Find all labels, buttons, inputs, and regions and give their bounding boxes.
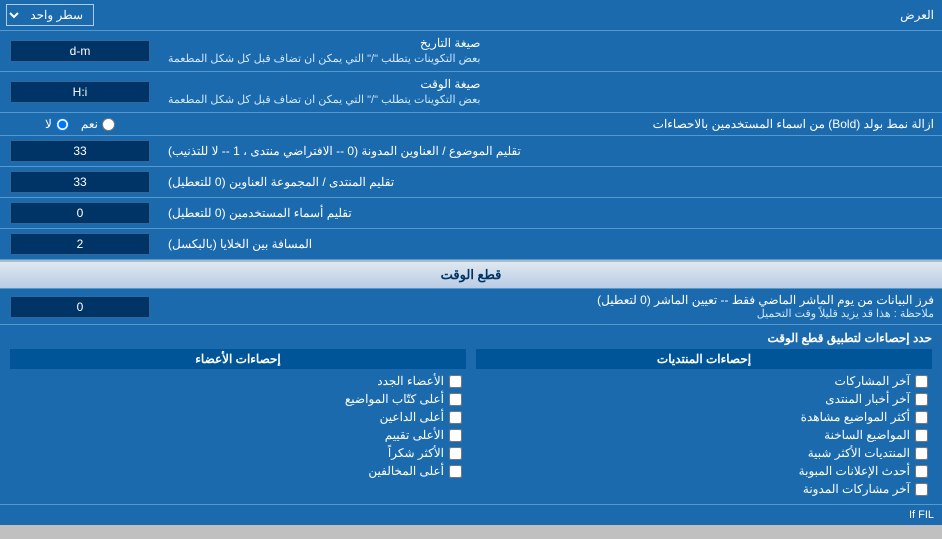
usernames-control [0, 198, 160, 228]
label-top-rated: الأعلى تقييم [385, 428, 444, 442]
list-item: أعلى المخالفين [10, 462, 466, 480]
list-item: آخر مشاركات المدونة [476, 480, 932, 498]
cutoff-input[interactable] [10, 296, 150, 318]
list-item: أكثر المواضيع مشاهدة [476, 408, 932, 426]
forum-titles-control [0, 167, 160, 197]
forum-titles-row: تقليم المنتدى / المجموعة العناوين (0 للت… [0, 167, 942, 198]
cell-spacing-row: المسافة بين الخلايا (بالبكسل) [0, 229, 942, 260]
cell-spacing-label: المسافة بين الخلايا (بالبكسل) [160, 229, 942, 259]
member-stats-header: إحصاءات الأعضاء [10, 349, 466, 369]
usernames-label: تقليم أسماء المستخدمين (0 للتعطيل) [160, 198, 942, 228]
label-classified-ads: أحدث الإعلانات المبوبة [799, 464, 910, 478]
bold-remove-control: نعم لا [0, 113, 160, 135]
list-item: أعلى الداعين [10, 408, 466, 426]
bottom-bar: If FIL [0, 505, 942, 525]
cutoff-section-header: قطع الوقت [0, 260, 942, 289]
list-item: آخر المشاركات [476, 372, 932, 390]
checkbox-forum-news[interactable] [915, 393, 928, 406]
bold-yes-text: نعم [81, 117, 98, 131]
checkboxes-area: حدد إحصاءات لتطبيق قطع الوقت إحصاءات الم… [0, 325, 942, 505]
cell-spacing-control [0, 229, 160, 259]
checkboxes-title: حدد إحصاءات لتطبيق قطع الوقت [10, 331, 932, 345]
bottom-text: If FIL [909, 509, 934, 521]
usernames-row: تقليم أسماء المستخدمين (0 للتعطيل) [0, 198, 942, 229]
bold-yes-label[interactable]: نعم [81, 117, 115, 131]
header-label: العرض [100, 4, 942, 26]
list-item: المواضيع الساخنة [476, 426, 932, 444]
forum-stats-col: إحصاءات المنتديات آخر المشاركات آخر أخبا… [476, 349, 932, 498]
checkbox-blog-posts[interactable] [915, 483, 928, 496]
label-most-thanked: الأكثر شكراً [388, 446, 444, 460]
list-item: المنتديات الأكثر شبية [476, 444, 932, 462]
date-format-row: صيغة التاريخ بعض التكوينات يتطلب "/" الت… [0, 31, 942, 72]
list-item: أحدث الإعلانات المبوبة [476, 462, 932, 480]
header-row: العرض سطر واحد سطران ثلاثة أسطر [0, 0, 942, 31]
bold-no-radio[interactable] [56, 118, 69, 131]
label-top-inviters: أعلى الداعين [380, 410, 444, 424]
checkbox-top-writers[interactable] [449, 393, 462, 406]
label-top-writers: أعلى كتّاب المواضيع [345, 392, 444, 406]
topic-titles-input[interactable] [10, 140, 150, 162]
checkbox-hot-topics[interactable] [915, 429, 928, 442]
checkboxes-title-row: حدد إحصاءات لتطبيق قطع الوقت [10, 331, 932, 349]
list-item: الأعلى تقييم [10, 426, 466, 444]
topic-titles-label: تقليم الموضوع / العناوين المدونة (0 -- ا… [160, 136, 942, 166]
label-most-viewed: أكثر المواضيع مشاهدة [801, 410, 910, 424]
bold-no-text: لا [45, 117, 52, 131]
label-blog-posts: آخر مشاركات المدونة [803, 482, 910, 496]
time-format-row: صيغة الوقت بعض التكوينات يتطلب "/" التي … [0, 72, 942, 113]
header-select-container: سطر واحد سطران ثلاثة أسطر [0, 0, 100, 30]
bold-remove-row: ازالة نمط بولد (Bold) من اسماء المستخدمي… [0, 113, 942, 136]
topic-titles-row: تقليم الموضوع / العناوين المدونة (0 -- ا… [0, 136, 942, 167]
list-item: آخر أخبار المنتدى [476, 390, 932, 408]
checkbox-top-rated[interactable] [449, 429, 462, 442]
bold-remove-label: ازالة نمط بولد (Bold) من اسماء المستخدمي… [160, 113, 942, 135]
cutoff-row: فرز البيانات من يوم الماشر الماضي فقط --… [0, 289, 942, 325]
member-stats-col: إحصاءات الأعضاء الأعضاء الجدد أعلى كتّاب… [10, 349, 466, 498]
checkbox-last-posts[interactable] [915, 375, 928, 388]
label-forum-news: آخر أخبار المنتدى [825, 392, 910, 406]
forum-titles-input[interactable] [10, 171, 150, 193]
cutoff-control [0, 289, 160, 324]
usernames-input[interactable] [10, 202, 150, 224]
checkbox-most-similar[interactable] [915, 447, 928, 460]
checkbox-top-violators[interactable] [449, 465, 462, 478]
time-format-label: صيغة الوقت بعض التكوينات يتطلب "/" التي … [160, 72, 942, 112]
time-format-control [0, 72, 160, 112]
display-select[interactable]: سطر واحد سطران ثلاثة أسطر [6, 4, 94, 26]
checkbox-classified-ads[interactable] [915, 465, 928, 478]
forum-titles-label: تقليم المنتدى / المجموعة العناوين (0 للت… [160, 167, 942, 197]
cutoff-label: فرز البيانات من يوم الماشر الماضي فقط --… [160, 289, 942, 324]
forum-stats-header: إحصاءات المنتديات [476, 349, 932, 369]
label-top-violators: أعلى المخالفين [368, 464, 444, 478]
checkbox-top-inviters[interactable] [449, 411, 462, 424]
time-format-input[interactable] [10, 81, 150, 103]
label-hot-topics: المواضيع الساخنة [824, 428, 910, 442]
date-format-control [0, 31, 160, 71]
date-format-input[interactable] [10, 40, 150, 62]
checkbox-most-viewed[interactable] [915, 411, 928, 424]
checkbox-most-thanked[interactable] [449, 447, 462, 460]
label-new-members: الأعضاء الجدد [377, 374, 444, 388]
date-format-label: صيغة التاريخ بعض التكوينات يتطلب "/" الت… [160, 31, 942, 71]
label-most-similar: المنتديات الأكثر شبية [808, 446, 910, 460]
list-item: أعلى كتّاب المواضيع [10, 390, 466, 408]
checkbox-columns: إحصاءات المنتديات آخر المشاركات آخر أخبا… [10, 349, 932, 498]
bold-no-label[interactable]: لا [45, 117, 69, 131]
topic-titles-control [0, 136, 160, 166]
label-last-posts: آخر المشاركات [835, 374, 910, 388]
cell-spacing-input[interactable] [10, 233, 150, 255]
list-item: الأكثر شكراً [10, 444, 466, 462]
list-item: الأعضاء الجدد [10, 372, 466, 390]
checkbox-new-members[interactable] [449, 375, 462, 388]
bold-yes-radio[interactable] [102, 118, 115, 131]
